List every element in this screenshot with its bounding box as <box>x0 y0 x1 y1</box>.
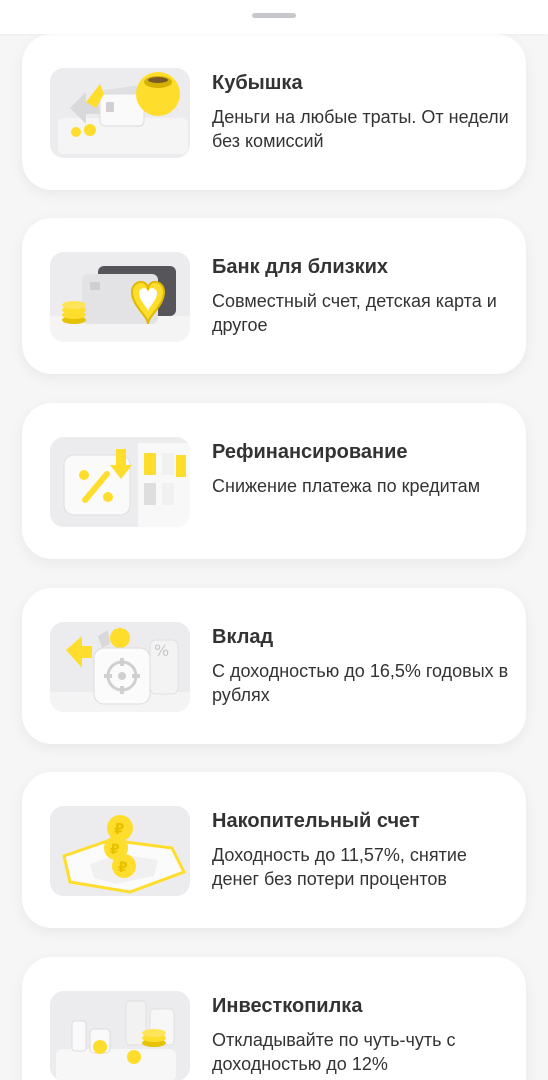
drag-handle[interactable] <box>252 13 296 18</box>
product-description: Снижение платежа по кредитам <box>212 476 481 496</box>
coins-savings-icon: ₽ ₽ ₽ <box>50 806 190 896</box>
product-description: Деньги на любые траты. От недели без ком… <box>212 107 509 151</box>
invest-piggy-icon <box>50 991 190 1080</box>
product-description: С доходностью до 16,5% годовых в рублях <box>212 661 509 705</box>
product-title: Вклад <box>212 626 274 648</box>
product-card-bank-for-family[interactable]: Банк для близких Совместный счет, детска… <box>22 218 526 374</box>
product-description: Откладывайте по чуть-чуть с доходностью … <box>212 1030 456 1074</box>
safe-deposit-icon: % <box>50 622 190 712</box>
product-card-refinancing[interactable]: Рефинансирование Снижение платежа по кре… <box>22 403 526 559</box>
svg-text:₽: ₽ <box>118 860 128 876</box>
cards-heart-icon <box>50 252 190 342</box>
svg-text:₽: ₽ <box>114 820 124 838</box>
product-title: Рефинансирование <box>212 441 408 463</box>
product-title: Инвесткопилка <box>212 995 363 1017</box>
product-title: Кубышка <box>212 72 303 94</box>
product-card-savings-account[interactable]: ₽ ₽ ₽ Накопительный счет Доходность до 1… <box>22 772 526 928</box>
svg-text:%: % <box>154 641 169 660</box>
product-card-deposit[interactable]: % Вклад С доходностью до 16,5% годовых в… <box>22 588 526 744</box>
product-description: Доходность до 11,57%, снятие денег без п… <box>212 845 467 889</box>
product-card-kubyshka[interactable]: Кубышка Деньги на любые траты. От недели… <box>22 34 526 190</box>
sheet-header <box>0 0 548 34</box>
product-description: Совместный счет, детская карта и другое <box>212 291 497 335</box>
product-title: Банк для близких <box>212 256 388 278</box>
bottom-sheet: Кубышка Деньги на любые траты. От недели… <box>0 0 548 1080</box>
product-title: Накопительный счет <box>212 810 420 832</box>
product-card-invest-piggy[interactable]: Инвесткопилка Откладывайте по чуть-чуть … <box>22 957 526 1080</box>
piggy-bank-card-icon <box>50 68 190 158</box>
percent-refinance-icon <box>50 437 190 527</box>
